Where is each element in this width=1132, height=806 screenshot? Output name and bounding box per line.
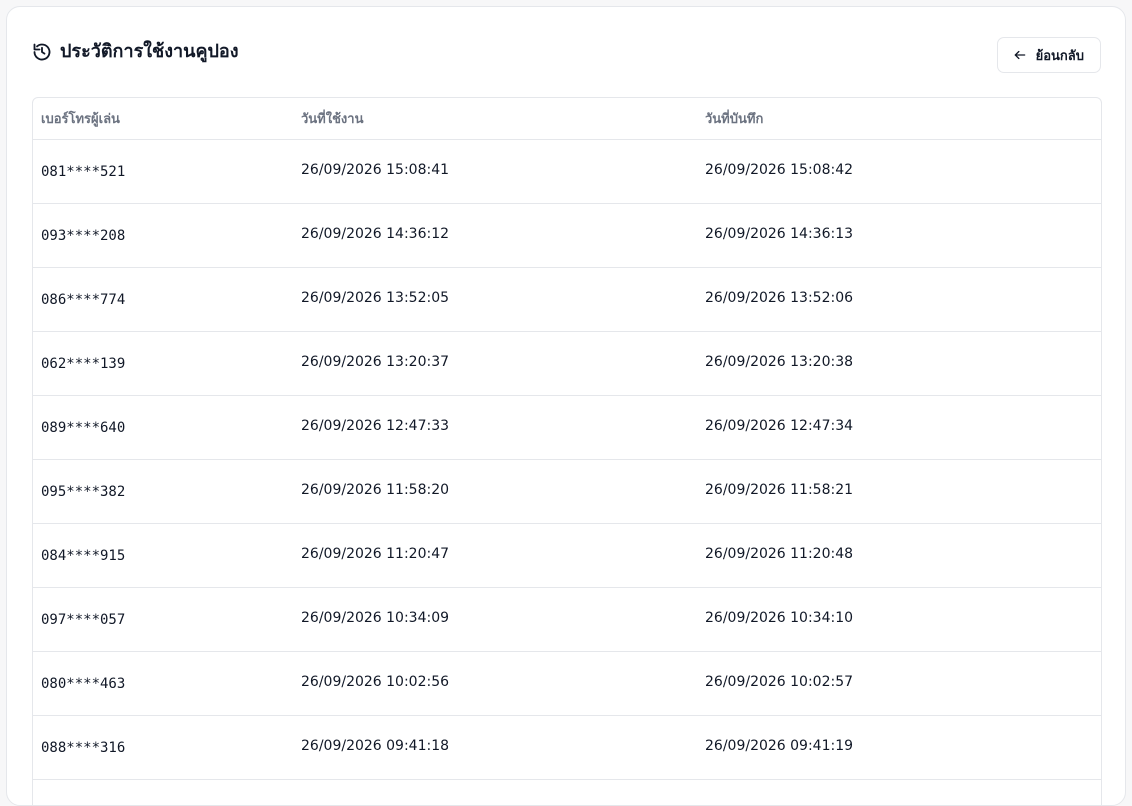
back-button[interactable]: ย้อนกลับ <box>996 37 1101 73</box>
cell-phone: 084****915 <box>41 548 126 564</box>
back-button-label: ย้อนกลับ <box>1035 48 1084 64</box>
history-icon <box>32 42 52 62</box>
cell-used-at: 26/09/2026 11:20:47 <box>301 546 450 562</box>
cell-used-at: 26/09/2026 10:02:56 <box>301 674 450 690</box>
card-header: ประวัติการใช้งานคูปอง ย้อนกลับ <box>7 7 1125 97</box>
cell-phone: 062****139 <box>41 356 126 372</box>
cell-used-at: 26/09/2026 12:47:33 <box>301 418 450 434</box>
column-header-used-at: วันที่ใช้งาน <box>293 98 697 140</box>
cell-recorded-at: 26/09/2026 14:36:13 <box>705 226 854 242</box>
cell-phone: 089****640 <box>41 420 126 436</box>
cell-recorded-at: 26/09/2026 12:47:34 <box>705 418 854 434</box>
cell-used-at: 26/09/2026 11:58:20 <box>301 482 450 498</box>
cell-recorded-at: 26/09/2026 11:58:21 <box>705 482 854 498</box>
cell-used-at: 26/09/2026 10:34:09 <box>301 610 450 626</box>
cell-recorded-at: 26/09/2026 13:52:06 <box>705 290 854 306</box>
coupon-history-table: เบอร์โทรผู้เล่น วันที่ใช้งาน วันที่บันทึ… <box>32 97 1102 805</box>
cell-phone: 088****316 <box>41 740 126 756</box>
column-header-phone: เบอร์โทรผู้เล่น <box>33 98 293 140</box>
column-header-recorded-at: วันที่บันทึก <box>697 98 1101 140</box>
table-row: 086****774 26/09/2026 13:52:05 26/09/202… <box>33 267 1101 331</box>
cell-recorded-at: 26/09/2026 10:34:10 <box>705 610 854 626</box>
table-row: 095****382 26/09/2026 11:58:20 26/09/202… <box>33 459 1101 523</box>
table-header-row: เบอร์โทรผู้เล่น วันที่ใช้งาน วันที่บันทึ… <box>33 98 1101 140</box>
page-title: ประวัติการใช้งานคูปอง <box>60 41 239 62</box>
cell-phone: 081****521 <box>41 164 126 180</box>
table-row: 084****915 26/09/2026 11:20:47 26/09/202… <box>33 523 1101 587</box>
cell-used-at: 26/09/2026 09:41:18 <box>301 738 450 754</box>
cell-phone: 080****463 <box>41 676 126 692</box>
cell-recorded-at: 26/09/2026 09:41:19 <box>705 738 854 754</box>
cell-phone: 086****774 <box>41 292 126 308</box>
table-row: 089****640 26/09/2026 12:47:33 26/09/202… <box>33 395 1101 459</box>
cell-used-at: 26/09/2026 13:52:05 <box>301 290 450 306</box>
cell-recorded-at: 26/09/2026 13:20:38 <box>705 354 854 370</box>
cell-recorded-at: 26/09/2026 11:20:48 <box>705 546 854 562</box>
cell-recorded-at: 26/09/2026 15:08:42 <box>705 162 854 178</box>
cell-used-at: 26/09/2026 15:08:41 <box>301 162 450 178</box>
table-row: 093****208 26/09/2026 14:36:12 26/09/202… <box>33 203 1101 267</box>
table-row: 088****316 26/09/2026 09:41:18 26/09/202… <box>33 715 1101 779</box>
cell-phone: 097****057 <box>41 612 126 628</box>
cell-used-at: 26/09/2026 13:20:37 <box>301 354 450 370</box>
table-row: 062****139 26/09/2026 13:20:37 26/09/202… <box>33 331 1101 395</box>
arrow-left-icon <box>1012 47 1028 63</box>
cell-phone: 095****382 <box>41 484 126 500</box>
table-row: 080****463 26/09/2026 10:02:56 26/09/202… <box>33 651 1101 715</box>
cell-used-at: 26/09/2026 14:36:12 <box>301 226 450 242</box>
coupon-history-card: ประวัติการใช้งานคูปอง ย้อนกลับ เบอร์โทรผ… <box>6 6 1126 806</box>
cell-phone: 093****208 <box>41 228 126 244</box>
table-row: 081****521 26/09/2026 15:08:41 26/09/202… <box>33 139 1101 203</box>
cell-recorded-at: 26/09/2026 10:02:57 <box>705 674 854 690</box>
page-title-group: ประวัติการใช้งานคูปอง <box>32 40 239 64</box>
table-row: 097****057 26/09/2026 10:34:09 26/09/202… <box>33 587 1101 651</box>
